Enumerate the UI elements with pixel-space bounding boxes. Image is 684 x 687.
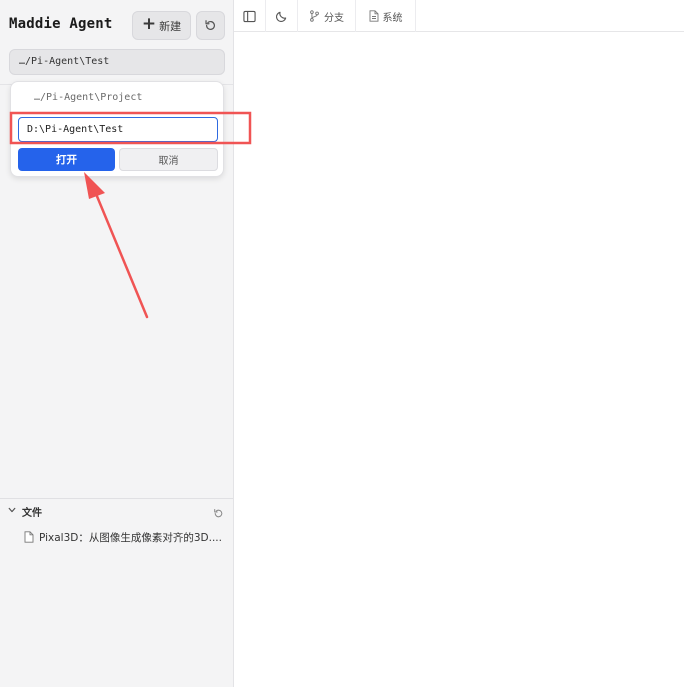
app-title: Maddie Agent [9,16,113,32]
cancel-button[interactable]: 取消 [119,148,218,171]
files-divider [0,498,233,499]
workspace-path-input[interactable] [18,117,218,142]
file-icon [24,531,34,543]
recent-workspace-item[interactable]: …/Pi-Agent\Project [12,88,222,108]
workspace-popover: …/Pi-Agent\Project 打开 取消 [10,81,224,177]
files-section-label: 文件 [22,507,42,519]
system-label: 系统 [382,12,403,24]
moon-icon [276,11,287,22]
document-icon [369,10,378,22]
workspace-path-selector[interactable]: …/Pi-Agent\Test [9,49,225,75]
top-toolbar: 分支 系统 [234,0,684,32]
plus-icon: + [141,14,157,34]
chevron-down-icon [8,506,22,517]
refresh-button[interactable] [196,11,225,40]
file-name: Pixal3D：从图像生成像素对齐的3D.... [39,531,222,544]
system-button[interactable]: 系统 [356,0,416,32]
main-content-area [234,33,684,687]
file-item[interactable]: Pixal3D：从图像生成像素对齐的3D.... [24,529,230,545]
git-branch-icon [310,10,319,22]
sidebar: Maddie Agent + 新建 …/Pi-Agent\Test …/Pi-A… [0,0,234,687]
branch-label: 分支 [324,12,344,24]
refresh-icon [205,20,215,30]
app-window: Maddie Agent + 新建 …/Pi-Agent\Test …/Pi-A… [0,0,684,687]
files-refresh-icon[interactable] [213,504,224,523]
new-button[interactable]: + 新建 [132,11,191,40]
sidebar-toggle-button[interactable] [234,0,266,32]
files-section-header[interactable]: 文件 [8,503,226,519]
popover-divider [11,113,223,114]
branch-button[interactable]: 分支 [298,0,356,32]
open-button[interactable]: 打开 [18,148,115,171]
theme-toggle-button[interactable] [266,0,298,32]
sidebar-toggle-icon [243,10,256,22]
new-button-label: 新建 [159,19,182,33]
